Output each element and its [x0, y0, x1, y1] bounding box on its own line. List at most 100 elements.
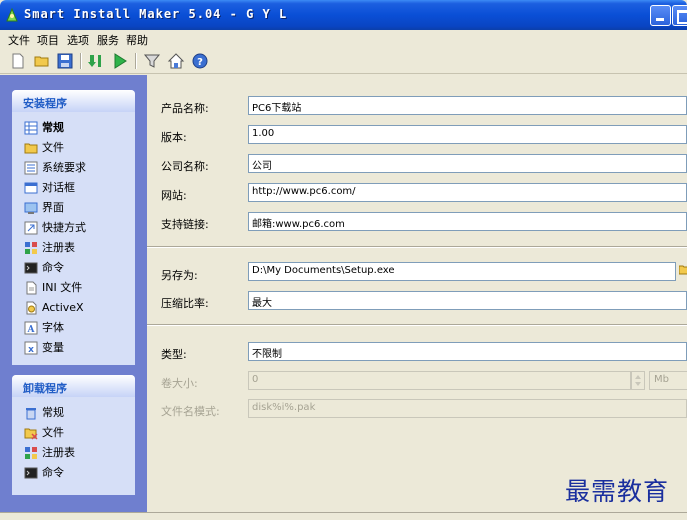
svg-text:x: x: [28, 345, 34, 355]
volume-size-input[interactable]: 0: [248, 371, 631, 390]
svg-text:A: A: [27, 325, 36, 335]
volume-size-label: 卷大小:: [161, 377, 198, 390]
interface-icon: [24, 202, 38, 214]
watermark-text: 最需教育: [565, 477, 670, 506]
filename-pattern-input[interactable]: disk%i%.pak: [248, 399, 687, 418]
install-item-activex[interactable]: ActiveX: [12, 298, 135, 318]
spinner-arrows-icon: [635, 375, 641, 386]
activex-icon: [26, 301, 37, 315]
run-icon[interactable]: [111, 52, 129, 70]
install-item-fonts[interactable]: A 字体: [12, 318, 135, 338]
dialog-icon: [24, 182, 38, 194]
volume-size-spinner[interactable]: [631, 371, 645, 390]
compression-select[interactable]: 最大: [248, 291, 687, 310]
maximize-button[interactable]: [672, 5, 687, 26]
menu-file[interactable]: 文件: [8, 32, 30, 48]
svg-text:?: ?: [197, 57, 203, 68]
variable-icon: x: [24, 341, 38, 355]
item-label: 文件: [42, 426, 64, 439]
new-file-icon[interactable]: [9, 52, 27, 70]
registry-icon: [25, 447, 37, 459]
version-input[interactable]: 1.00: [248, 125, 687, 144]
toolbar-separator: [135, 53, 137, 69]
folder-icon: [24, 143, 38, 154]
settings-form: 产品名称: PC6下载站 版本: 1.00 公司名称: 公司 网站: http:…: [147, 75, 687, 512]
registry-icon: [25, 242, 37, 254]
install-item-general[interactable]: 常规: [12, 118, 135, 138]
install-item-requirements[interactable]: 系统要求: [12, 158, 135, 178]
item-label: 注册表: [42, 241, 75, 254]
item-label: 系统要求: [42, 161, 86, 174]
support-link-input[interactable]: 邮箱:www.pc6.com: [248, 212, 687, 231]
install-item-shortcuts[interactable]: 快捷方式: [12, 218, 135, 238]
minimize-button[interactable]: [650, 5, 671, 26]
menu-options[interactable]: 选项: [67, 32, 89, 48]
filter-icon[interactable]: [143, 52, 161, 70]
uninstall-group-title[interactable]: 卸载程序: [12, 375, 135, 397]
install-item-dialogs[interactable]: 对话框: [12, 178, 135, 198]
item-label: 快捷方式: [42, 221, 86, 234]
uninstall-item-registry[interactable]: 注册表: [12, 443, 135, 463]
item-label: 注册表: [42, 446, 75, 459]
grid-icon: [24, 121, 38, 135]
item-label: 字体: [42, 321, 64, 334]
install-group-title[interactable]: 安装程序: [12, 90, 135, 112]
browse-folder-icon[interactable]: [679, 262, 687, 276]
filename-pattern-label: 文件名模式:: [161, 405, 220, 418]
install-item-variables[interactable]: x 变量: [12, 338, 135, 358]
website-label: 网站:: [161, 189, 187, 202]
compression-label: 压缩比率:: [161, 297, 209, 310]
item-label: 对话框: [42, 181, 75, 194]
type-label: 类型:: [161, 348, 187, 361]
item-label: 变量: [42, 341, 64, 354]
menu-bar: 文件 项目 选项 服务 帮助: [0, 30, 687, 48]
uninstall-item-commands[interactable]: 命令: [12, 463, 135, 483]
menu-help[interactable]: 帮助: [126, 32, 148, 48]
menu-services[interactable]: 服务: [97, 32, 119, 48]
window-title: Smart Install Maker 5.04 - G Y L: [24, 7, 288, 21]
product-name-input[interactable]: PC6下载站: [248, 96, 687, 115]
product-name-label: 产品名称:: [161, 102, 209, 115]
uninstall-item-general[interactable]: 常规: [12, 403, 135, 423]
status-bar: [0, 512, 687, 520]
item-label: 文件: [42, 141, 64, 154]
install-group: 安装程序 常规 文件 系统要求 对话框 界面 快捷方式 注册表 命令 INI 文…: [12, 90, 135, 365]
font-icon: A: [24, 321, 38, 335]
shortcut-icon: [24, 221, 38, 235]
home-icon[interactable]: [167, 52, 185, 70]
command-icon: [24, 262, 38, 274]
item-label: INI 文件: [42, 281, 83, 294]
list-icon: [24, 161, 38, 175]
navigation-panel: 安装程序 常规 文件 系统要求 对话框 界面 快捷方式 注册表 命令 INI 文…: [0, 75, 147, 512]
item-label: ActiveX: [42, 301, 84, 314]
open-folder-icon[interactable]: [33, 52, 51, 70]
install-item-ini[interactable]: INI 文件: [12, 278, 135, 298]
toolbar: ?: [0, 48, 687, 74]
company-label: 公司名称:: [161, 160, 209, 173]
website-input[interactable]: http://www.pc6.com/: [248, 183, 687, 202]
section-divider: [147, 246, 687, 248]
item-label: 命令: [42, 261, 64, 274]
install-item-files[interactable]: 文件: [12, 138, 135, 158]
volume-unit-select[interactable]: Mb: [649, 371, 687, 390]
support-link-label: 支持链接:: [161, 218, 209, 231]
install-item-registry[interactable]: 注册表: [12, 238, 135, 258]
menu-project[interactable]: 项目: [37, 32, 59, 48]
version-label: 版本:: [161, 131, 187, 144]
item-label: 界面: [42, 201, 64, 214]
build-icon[interactable]: [87, 52, 105, 70]
install-item-interface[interactable]: 界面: [12, 198, 135, 218]
type-select[interactable]: 不限制: [248, 342, 687, 361]
company-input[interactable]: 公司: [248, 154, 687, 173]
delete-folder-icon: [24, 428, 38, 440]
ini-file-icon: [26, 281, 37, 295]
help-icon[interactable]: ?: [191, 52, 209, 70]
uninstall-group: 卸载程序 常规 文件 注册表 命令: [12, 375, 135, 495]
uninstall-item-files[interactable]: 文件: [12, 423, 135, 443]
install-item-commands[interactable]: 命令: [12, 258, 135, 278]
trash-icon: [26, 408, 36, 420]
save-icon[interactable]: [56, 52, 74, 70]
item-label: 命令: [42, 466, 64, 479]
item-label: 常规: [42, 121, 64, 134]
save-as-input[interactable]: D:\My Documents\Setup.exe: [248, 262, 676, 281]
